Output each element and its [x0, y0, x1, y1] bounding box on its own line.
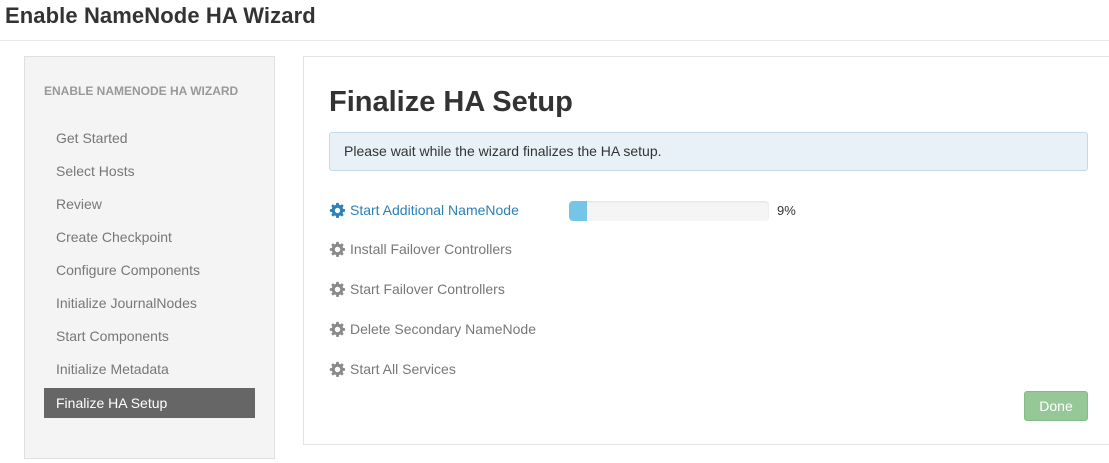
sidebar-item-create-checkpoint[interactable]: Create Checkpoint — [44, 222, 255, 252]
page-title: Finalize HA Setup — [329, 86, 573, 118]
task-install-failover-controllers: Install Failover Controllers — [329, 237, 512, 261]
task-start-additional-namenode[interactable]: Start Additional NameNode — [329, 198, 519, 222]
task-label: Start All Services — [350, 361, 456, 377]
main-panel: Finalize HA Setup Please wait while the … — [303, 56, 1109, 445]
title-divider — [0, 40, 1109, 41]
gear-icon — [329, 241, 346, 258]
info-alert: Please wait while the wizard finalizes t… — [329, 132, 1088, 171]
progress-percent: 9% — [777, 203, 796, 218]
task-label: Install Failover Controllers — [350, 241, 512, 257]
wizard-sidebar: ENABLE NAMENODE HA WIZARD Get Started Se… — [24, 56, 275, 459]
task-label: Start Additional NameNode — [350, 202, 519, 218]
sidebar-item-review[interactable]: Review — [44, 189, 255, 219]
gear-icon — [329, 202, 346, 219]
gear-icon — [329, 321, 346, 338]
sidebar-item-start-components[interactable]: Start Components — [44, 321, 255, 351]
gear-icon — [329, 281, 346, 298]
wizard-title: Enable NameNode HA Wizard — [5, 3, 316, 28]
sidebar-item-get-started[interactable]: Get Started — [44, 123, 255, 153]
task-delete-secondary-namenode: Delete Secondary NameNode — [329, 317, 536, 341]
sidebar-item-initialize-journalnodes[interactable]: Initialize JournalNodes — [44, 288, 255, 318]
task-progress-bar — [569, 201, 769, 221]
gear-icon — [329, 361, 346, 378]
task-label: Delete Secondary NameNode — [350, 321, 536, 337]
done-button[interactable]: Done — [1024, 391, 1088, 421]
progress-fill — [569, 201, 587, 221]
sidebar-item-finalize-ha-setup[interactable]: Finalize HA Setup — [44, 388, 255, 418]
sidebar-item-initialize-metadata[interactable]: Initialize Metadata — [44, 354, 255, 384]
sidebar-item-configure-components[interactable]: Configure Components — [44, 255, 255, 285]
task-start-failover-controllers: Start Failover Controllers — [329, 277, 505, 301]
sidebar-header: ENABLE NAMENODE HA WIZARD — [44, 84, 239, 98]
task-start-all-services: Start All Services — [329, 357, 456, 381]
task-label: Start Failover Controllers — [350, 281, 505, 297]
sidebar-item-select-hosts[interactable]: Select Hosts — [44, 156, 255, 186]
